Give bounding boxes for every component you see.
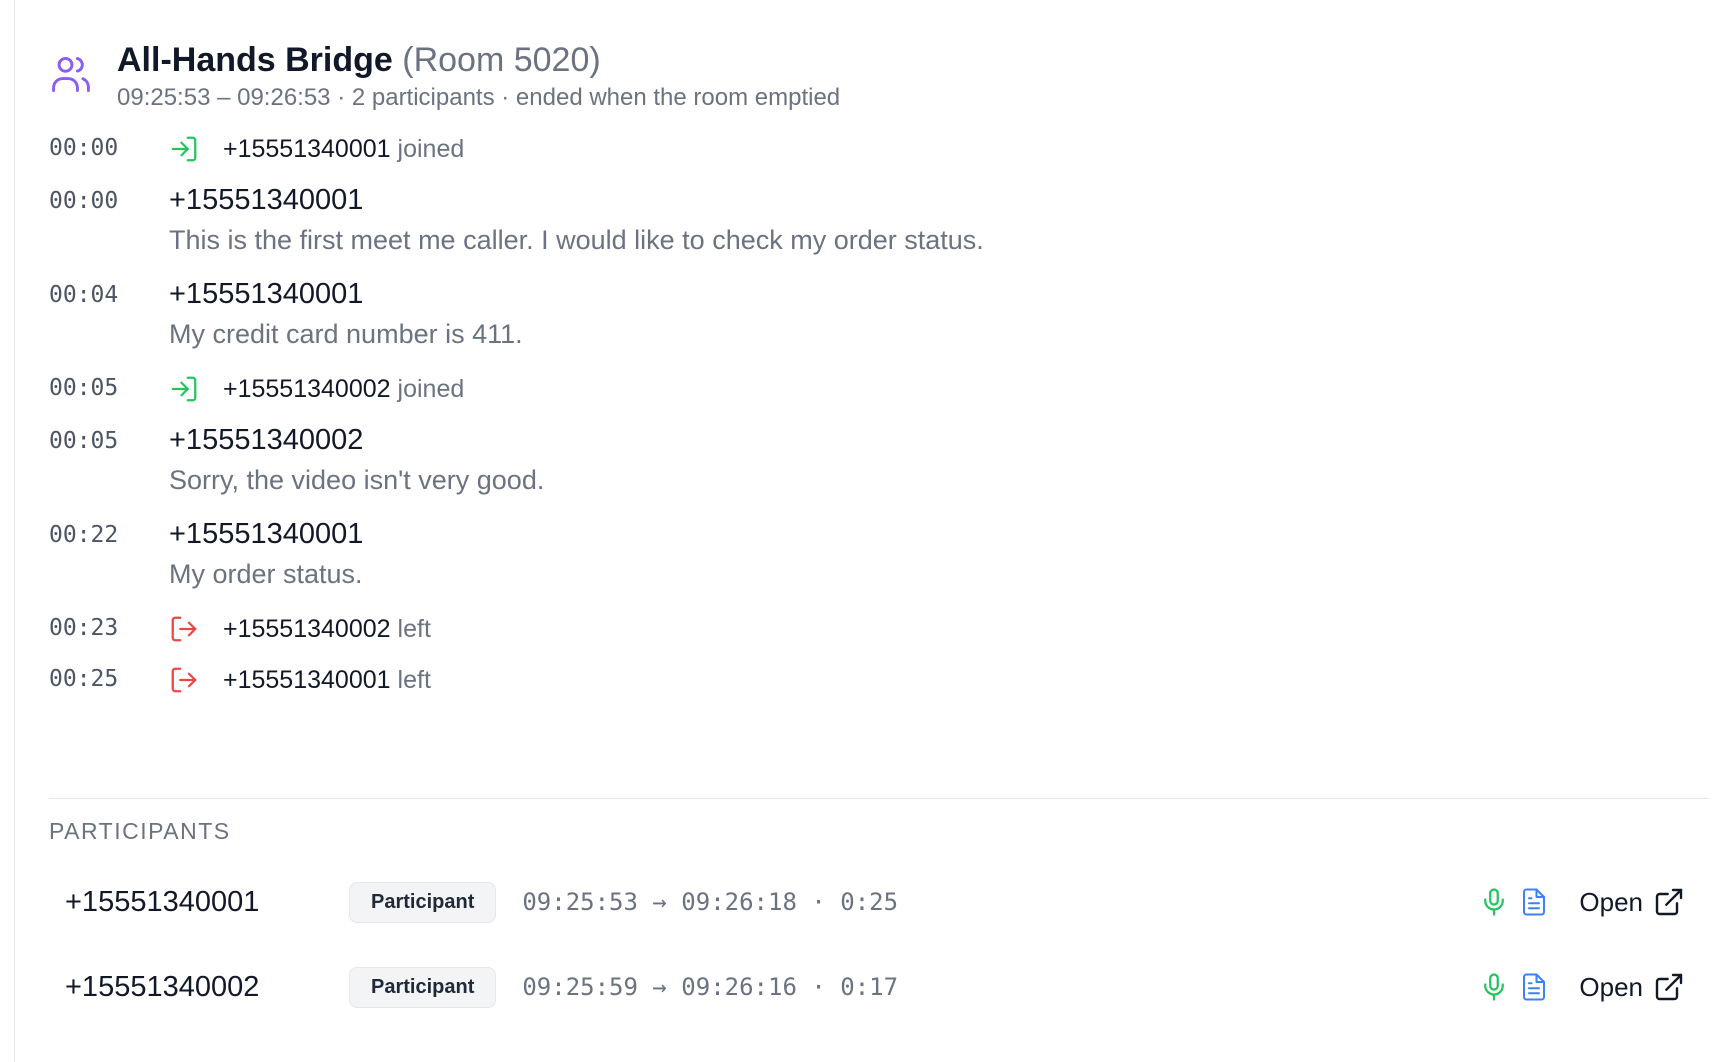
- leave-icon: [171, 667, 197, 693]
- recording-mic-icon[interactable]: [1479, 972, 1509, 1002]
- timeline-event: 00:25 +15551340001 left: [49, 663, 431, 697]
- transcript-file-icon[interactable]: [1519, 887, 1549, 917]
- call-header: All-Hands Bridge (Room 5020) 09:25:53 – …: [49, 38, 840, 112]
- room-number: (Room 5020): [402, 41, 601, 79]
- speaker: +15551340001: [169, 278, 364, 310]
- event-verb: left: [397, 665, 431, 694]
- participants-heading: PARTICIPANTS: [49, 818, 231, 844]
- participant-number: +15551340002: [65, 970, 260, 1003]
- speaker: +15551340002: [169, 424, 364, 456]
- timeline-message: 00:04 +15551340001 My credit card number…: [49, 276, 523, 352]
- page-title: All-Hands Bridge (Room 5020): [117, 38, 840, 82]
- timeline-message: 00:05 +15551340002 Sorry, the video isn'…: [49, 422, 544, 498]
- open-button-label: Open: [1579, 886, 1643, 917]
- external-link-icon: [1655, 973, 1683, 1001]
- event-verb: joined: [397, 374, 465, 403]
- speaker: +15551340001: [169, 518, 364, 550]
- timestamp: 00:04: [49, 282, 119, 308]
- participant-number: +15551340001: [223, 134, 391, 163]
- message-text: This is the first meet me caller. I woul…: [169, 225, 984, 255]
- room-name: All-Hands Bridge: [117, 41, 393, 79]
- join-icon: [171, 136, 197, 162]
- participant-row: +15551340002 Participant 09:25:59 → 09:2…: [65, 957, 1685, 1017]
- message-text: My credit card number is 411.: [169, 319, 523, 349]
- timestamp: 00:22: [49, 522, 119, 548]
- participant-number: +15551340002: [223, 374, 391, 403]
- participant-number: +15551340001: [65, 885, 260, 918]
- role-badge: Participant: [349, 966, 497, 1008]
- participant-row: +15551340001 Participant 09:25:53 → 09:2…: [65, 872, 1685, 932]
- join-icon: [171, 376, 197, 402]
- timestamp: 00:00: [49, 188, 119, 214]
- timeline-event: 00:23 +15551340002 left: [49, 612, 431, 646]
- section-divider: [49, 798, 1709, 799]
- timeline-message: 00:22 +15551340001 My order status.: [49, 516, 363, 592]
- leave-icon: [171, 616, 197, 642]
- message-text: My order status.: [169, 559, 363, 589]
- open-button[interactable]: Open: [1579, 886, 1685, 918]
- participant-times: 09:25:53 → 09:26:18 · 0:25: [522, 888, 899, 916]
- timestamp: 00:05: [49, 428, 119, 454]
- event-verb: left: [397, 614, 431, 643]
- recording-mic-icon[interactable]: [1479, 887, 1509, 917]
- timestamp: 00:25: [49, 666, 119, 692]
- timeline-event: 00:00 +15551340001 joined: [49, 132, 464, 166]
- timeline-message: 00:00 +15551340001 This is the first mee…: [49, 182, 984, 258]
- message-text: Sorry, the video isn't very good.: [169, 465, 545, 495]
- timestamp: 00:05: [49, 375, 119, 401]
- open-button[interactable]: Open: [1579, 971, 1685, 1003]
- participant-times: 09:25:59 → 09:26:16 · 0:17: [522, 973, 899, 1001]
- call-summary: 09:25:53 – 09:26:53 · 2 participants · e…: [117, 84, 841, 111]
- transcript-file-icon[interactable]: [1519, 972, 1549, 1002]
- timestamp: 00:00: [49, 135, 119, 161]
- event-verb: joined: [397, 134, 465, 163]
- call-detail-panel: All-Hands Bridge (Room 5020) 09:25:53 – …: [14, 0, 1726, 1062]
- role-badge: Participant: [349, 881, 497, 923]
- timestamp: 00:23: [49, 615, 119, 641]
- timeline-event: 00:05 +15551340002 joined: [49, 372, 464, 406]
- open-button-label: Open: [1579, 971, 1643, 1002]
- participant-number: +15551340001: [223, 665, 391, 694]
- users-icon: [52, 56, 90, 92]
- participant-number: +15551340002: [223, 614, 391, 643]
- external-link-icon: [1655, 888, 1683, 916]
- speaker: +15551340001: [169, 184, 364, 216]
